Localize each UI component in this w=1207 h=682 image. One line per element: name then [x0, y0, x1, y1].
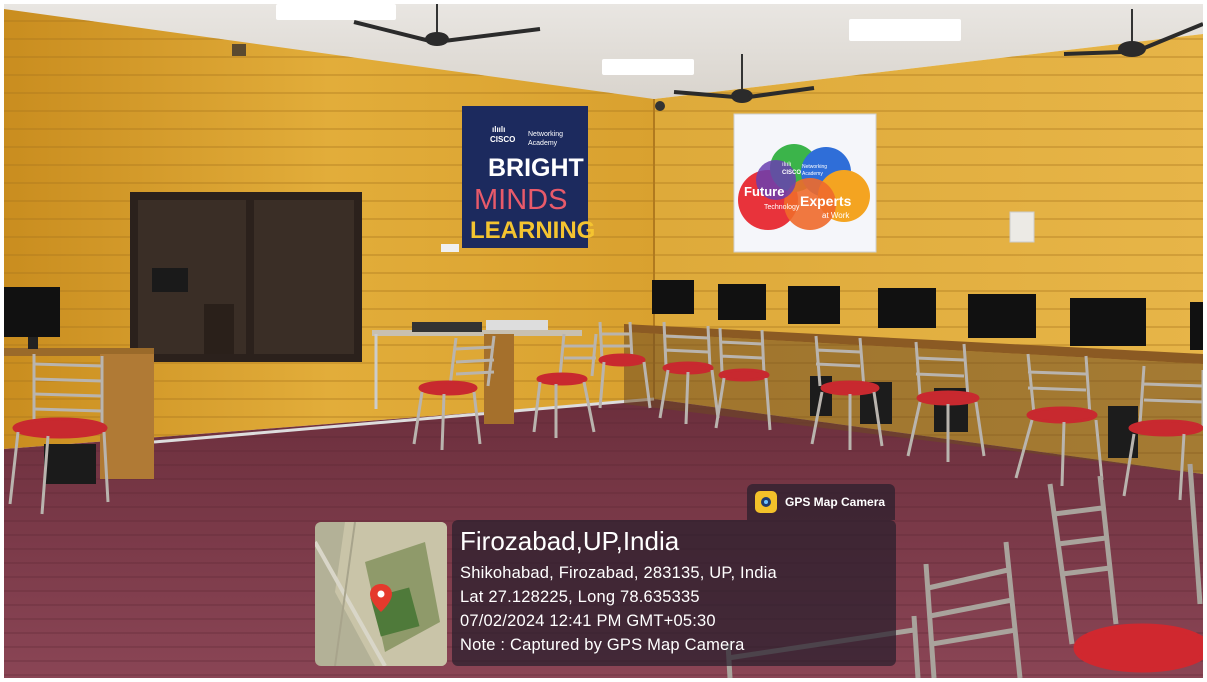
monitor [652, 280, 694, 314]
photo-scene: ılıılı CISCO Networking Academy BRIGHT M… [4, 4, 1203, 678]
monitor [1190, 302, 1203, 350]
ceiling-light [849, 19, 961, 41]
svg-text:at Work: at Work [822, 211, 850, 220]
datetime-line: 07/02/2024 12:41 PM GMT+05:30 [460, 612, 716, 630]
svg-text:Networking: Networking [528, 131, 563, 138]
svg-text:MINDS: MINDS [474, 184, 567, 216]
svg-text:CISCO: CISCO [782, 170, 801, 176]
wall-window [130, 192, 362, 362]
wall-fixture [232, 44, 246, 56]
gps-app-badge: GPS Map Camera [747, 484, 895, 520]
monitor [788, 286, 840, 324]
switch-board [441, 244, 459, 252]
monitor [718, 284, 766, 320]
switch-board [1009, 211, 1035, 243]
map-thumbnail [315, 522, 447, 666]
gps-app-name: GPS Map Camera [785, 495, 886, 509]
svg-text:ılıılı: ılıılı [782, 162, 792, 168]
svg-text:Academy: Academy [528, 140, 558, 147]
monitor [878, 288, 936, 328]
svg-text:CISCO: CISCO [490, 135, 515, 144]
coordinates-line: Lat 27.128225, Long 78.635335 [460, 588, 700, 606]
svg-text:Academy: Academy [802, 171, 823, 177]
note-line: Note : Captured by GPS Map Camera [460, 636, 745, 654]
svg-text:LEARNING: LEARNING [470, 217, 595, 244]
svg-text:Technology: Technology [764, 204, 800, 211]
ceiling-light [602, 59, 694, 75]
gps-camera-icon [755, 491, 777, 513]
ceiling-light [276, 4, 396, 20]
svg-text:Future: Future [744, 184, 784, 199]
monitor [968, 294, 1036, 338]
monitor [1070, 298, 1146, 346]
location-title: Firozabad,UP,India [460, 526, 680, 556]
cctv-camera [655, 101, 665, 111]
svg-text:ılıılı: ılıılı [492, 125, 505, 134]
poster-bright-minds: ılıılı CISCO Networking Academy BRIGHT M… [462, 106, 595, 248]
address-line: Shikohabad, Firozabad, 283135, UP, India [460, 564, 777, 582]
poster-future-experts: ılıılı CISCO Networking Academy Future T… [733, 113, 877, 253]
svg-text:Networking: Networking [802, 164, 827, 170]
svg-text:Experts: Experts [800, 193, 852, 209]
svg-text:BRIGHT: BRIGHT [488, 154, 584, 182]
